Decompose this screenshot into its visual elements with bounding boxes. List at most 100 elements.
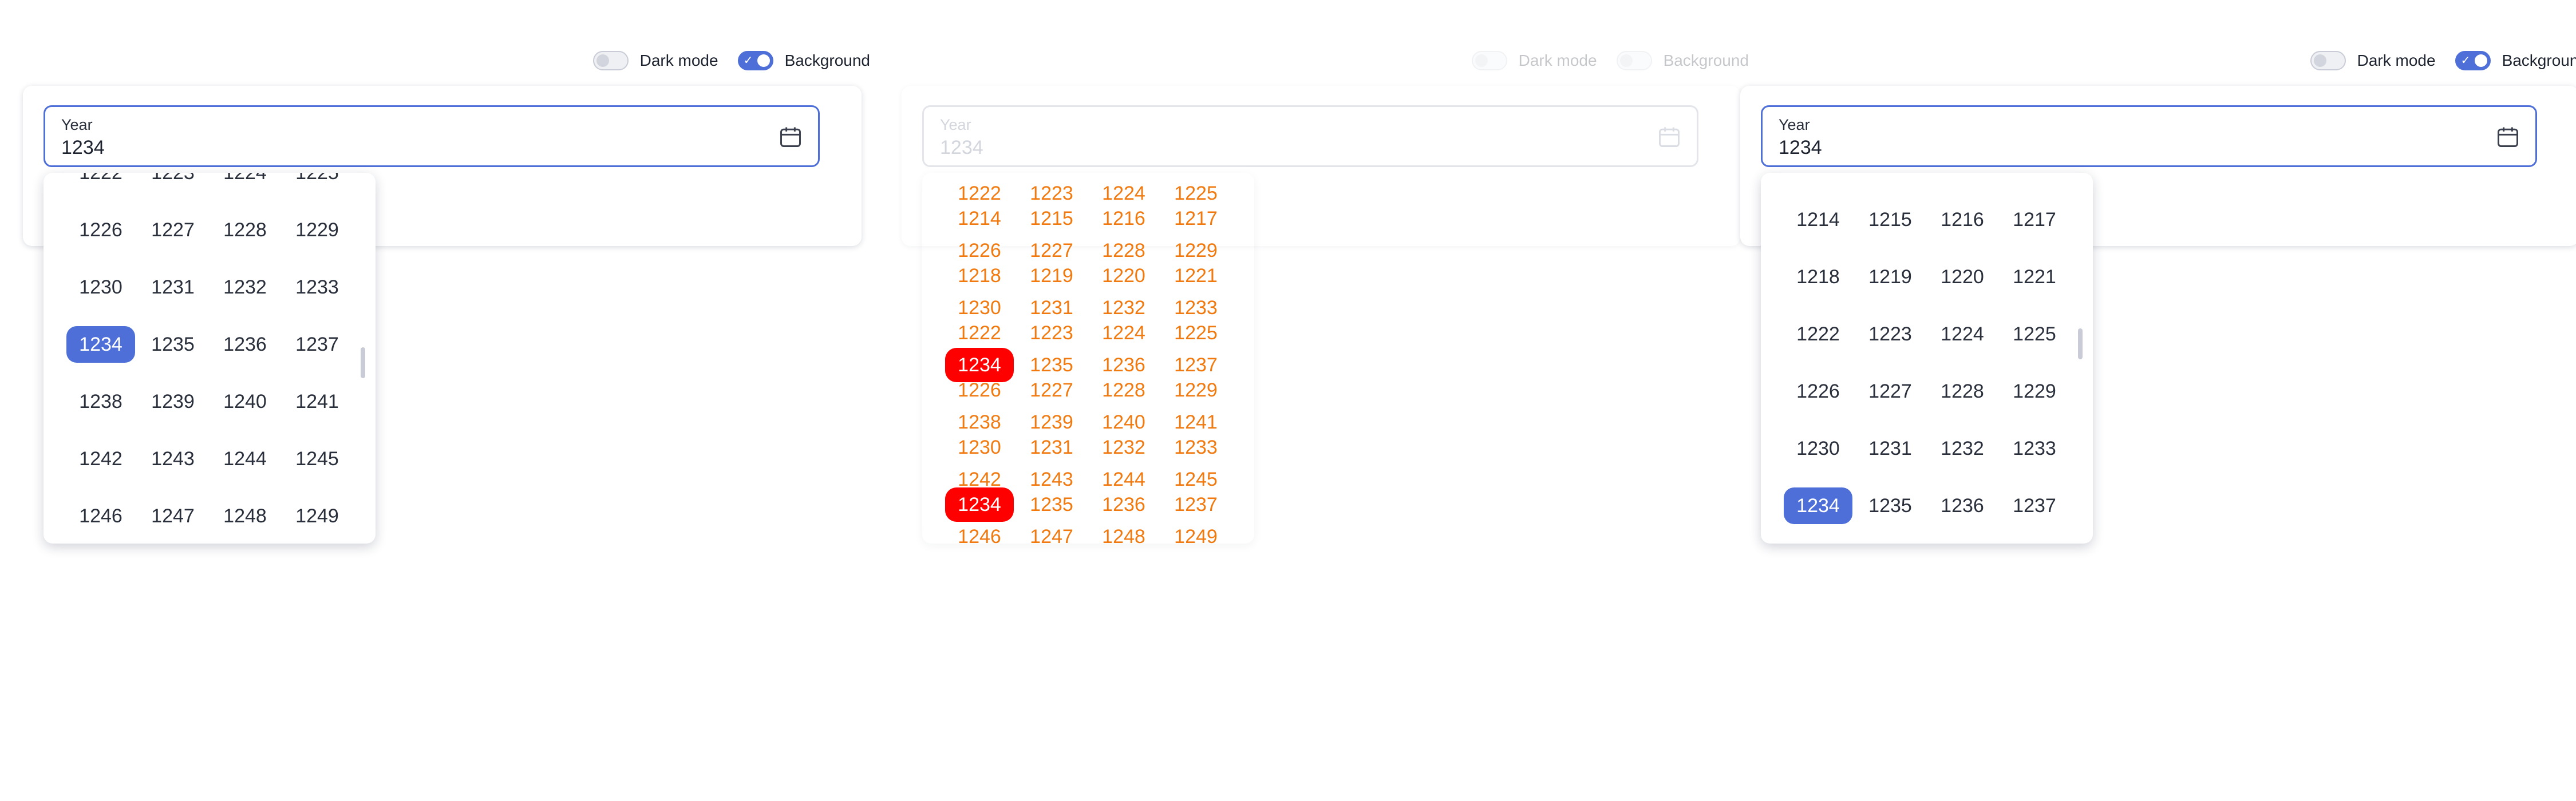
year-option[interactable]: 1229: [1161, 379, 1230, 402]
year-option[interactable]: 1233: [1161, 296, 1230, 319]
toggle-switch[interactable]: ✓: [2455, 51, 2491, 70]
year-option-selected[interactable]: 1234: [66, 326, 135, 363]
year-option[interactable]: 1219: [1856, 259, 1925, 295]
year-option[interactable]: 1225: [1161, 182, 1230, 205]
year-option[interactable]: 1223: [1017, 322, 1086, 344]
year-option[interactable]: 1216: [1089, 207, 1158, 230]
dark-mode-toggle[interactable]: Dark mode: [592, 51, 718, 70]
year-option[interactable]: 1228: [1089, 239, 1158, 262]
year-field-value[interactable]: 1234: [61, 137, 105, 159]
year-option[interactable]: 1241: [283, 383, 351, 420]
year-option[interactable]: 1239: [1017, 411, 1086, 434]
year-option[interactable]: 1221: [2000, 259, 2069, 295]
year-option[interactable]: 1235: [139, 326, 207, 363]
year-option[interactable]: 1217: [2000, 201, 2069, 238]
year-option[interactable]: 1237: [1161, 354, 1230, 376]
year-option[interactable]: 1220: [1928, 259, 1997, 295]
year-option[interactable]: 1231: [1017, 436, 1086, 459]
year-option[interactable]: 1225: [1161, 322, 1230, 344]
year-option[interactable]: 1249: [1161, 525, 1230, 548]
calendar-icon[interactable]: [778, 124, 803, 149]
year-option[interactable]: 1235: [1856, 487, 1925, 524]
year-option[interactable]: 1224: [211, 173, 279, 191]
year-option[interactable]: 1218: [945, 264, 1014, 287]
year-field-value[interactable]: 1234: [940, 137, 983, 159]
year-field[interactable]: Year 1234: [44, 105, 820, 167]
year-option[interactable]: 1229: [283, 212, 351, 248]
year-option[interactable]: 1221: [1161, 264, 1230, 287]
year-option[interactable]: 1231: [1856, 430, 1925, 467]
year-option[interactable]: 1239: [139, 383, 207, 420]
year-option[interactable]: 1224: [1089, 182, 1158, 205]
year-option[interactable]: 1219: [1017, 264, 1086, 287]
year-option[interactable]: 1233: [283, 269, 351, 306]
dark-mode-toggle[interactable]: Dark mode: [2310, 51, 2436, 70]
toggle-switch[interactable]: [1616, 51, 1652, 70]
toggle-switch[interactable]: [1471, 51, 1507, 70]
year-option[interactable]: 1230: [945, 436, 1014, 459]
year-option[interactable]: 1224: [1928, 316, 1997, 352]
year-option[interactable]: 1246: [945, 525, 1014, 548]
year-option[interactable]: 1244: [211, 441, 279, 477]
year-option[interactable]: 1238: [66, 383, 135, 420]
year-option[interactable]: 1215: [1856, 201, 1925, 238]
year-option[interactable]: 1215: [1017, 207, 1086, 230]
year-option[interactable]: 1245: [283, 441, 351, 477]
year-option[interactable]: 1247: [139, 498, 207, 534]
year-option[interactable]: 1243: [139, 441, 207, 477]
year-option[interactable]: 1226: [1784, 373, 1852, 410]
calendar-icon[interactable]: [1657, 124, 1682, 149]
year-option[interactable]: 1222: [945, 322, 1014, 344]
year-option[interactable]: 1223: [1017, 182, 1086, 205]
year-option[interactable]: 1235: [1017, 493, 1086, 516]
year-option[interactable]: 1226: [66, 212, 135, 248]
year-field[interactable]: Year 1234: [1761, 105, 2537, 167]
year-option[interactable]: 1227: [1017, 239, 1086, 262]
year-option[interactable]: 1231: [1017, 296, 1086, 319]
year-option[interactable]: 1228: [1089, 379, 1158, 402]
year-option[interactable]: 1236: [1089, 354, 1158, 376]
year-dropdown[interactable]: 1222 1223 1224 1225 1226 1227 1228 1229 1230 1231…: [44, 173, 376, 544]
scrollbar[interactable]: [361, 347, 365, 378]
background-toggle[interactable]: ✓ Background: [2455, 51, 2576, 70]
year-option[interactable]: 1230: [945, 296, 1014, 319]
background-toggle[interactable]: ✓ Background: [737, 51, 870, 70]
year-option[interactable]: 1241: [1161, 411, 1230, 434]
year-option[interactable]: 1233: [2000, 430, 2069, 467]
year-option[interactable]: 1224: [1089, 322, 1158, 344]
year-option[interactable]: 1242: [66, 441, 135, 477]
year-option[interactable]: 1226: [945, 239, 1014, 262]
year-option[interactable]: 1232: [1089, 436, 1158, 459]
year-option[interactable]: 1237: [283, 326, 351, 363]
year-field-value[interactable]: 1234: [1779, 137, 1822, 159]
year-option[interactable]: 1237: [1161, 493, 1230, 516]
year-option[interactable]: 1248: [211, 498, 279, 534]
toggle-switch[interactable]: ✓: [737, 51, 773, 70]
year-option[interactable]: 1247: [1017, 525, 1086, 548]
year-option[interactable]: 1227: [1017, 379, 1086, 402]
year-option[interactable]: 1230: [66, 269, 135, 306]
year-option[interactable]: 1223: [139, 173, 207, 191]
year-dropdown[interactable]: 1222 1223 1224 1225 1226 1227 1228 1229 1230 1231…: [922, 173, 1254, 548]
year-option[interactable]: 1232: [211, 269, 279, 306]
year-option[interactable]: 1216: [1928, 201, 1997, 238]
year-option[interactable]: 1233: [1161, 436, 1230, 459]
dark-mode-toggle[interactable]: Dark mode: [1471, 51, 1597, 70]
year-option[interactable]: 1222: [1784, 316, 1852, 352]
year-option-selected[interactable]: 1234: [945, 487, 1014, 522]
year-option[interactable]: 1227: [1856, 373, 1925, 410]
toggle-switch[interactable]: [2310, 51, 2346, 70]
year-option[interactable]: 1218: [1784, 259, 1852, 295]
year-option[interactable]: 1226: [945, 379, 1014, 402]
year-option[interactable]: 1230: [1784, 430, 1852, 467]
year-option-selected[interactable]: 1234: [945, 348, 1014, 382]
year-option[interactable]: 1225: [283, 173, 351, 191]
year-option[interactable]: 1217: [1161, 207, 1230, 230]
year-option[interactable]: 1214: [1784, 201, 1852, 238]
year-option[interactable]: 1243: [1017, 468, 1086, 491]
year-option[interactable]: 1236: [1089, 493, 1158, 516]
year-option[interactable]: 1222: [945, 182, 1014, 205]
scrollbar[interactable]: [2078, 328, 2083, 359]
calendar-icon[interactable]: [2495, 124, 2520, 149]
year-option[interactable]: 1228: [1928, 373, 1997, 410]
